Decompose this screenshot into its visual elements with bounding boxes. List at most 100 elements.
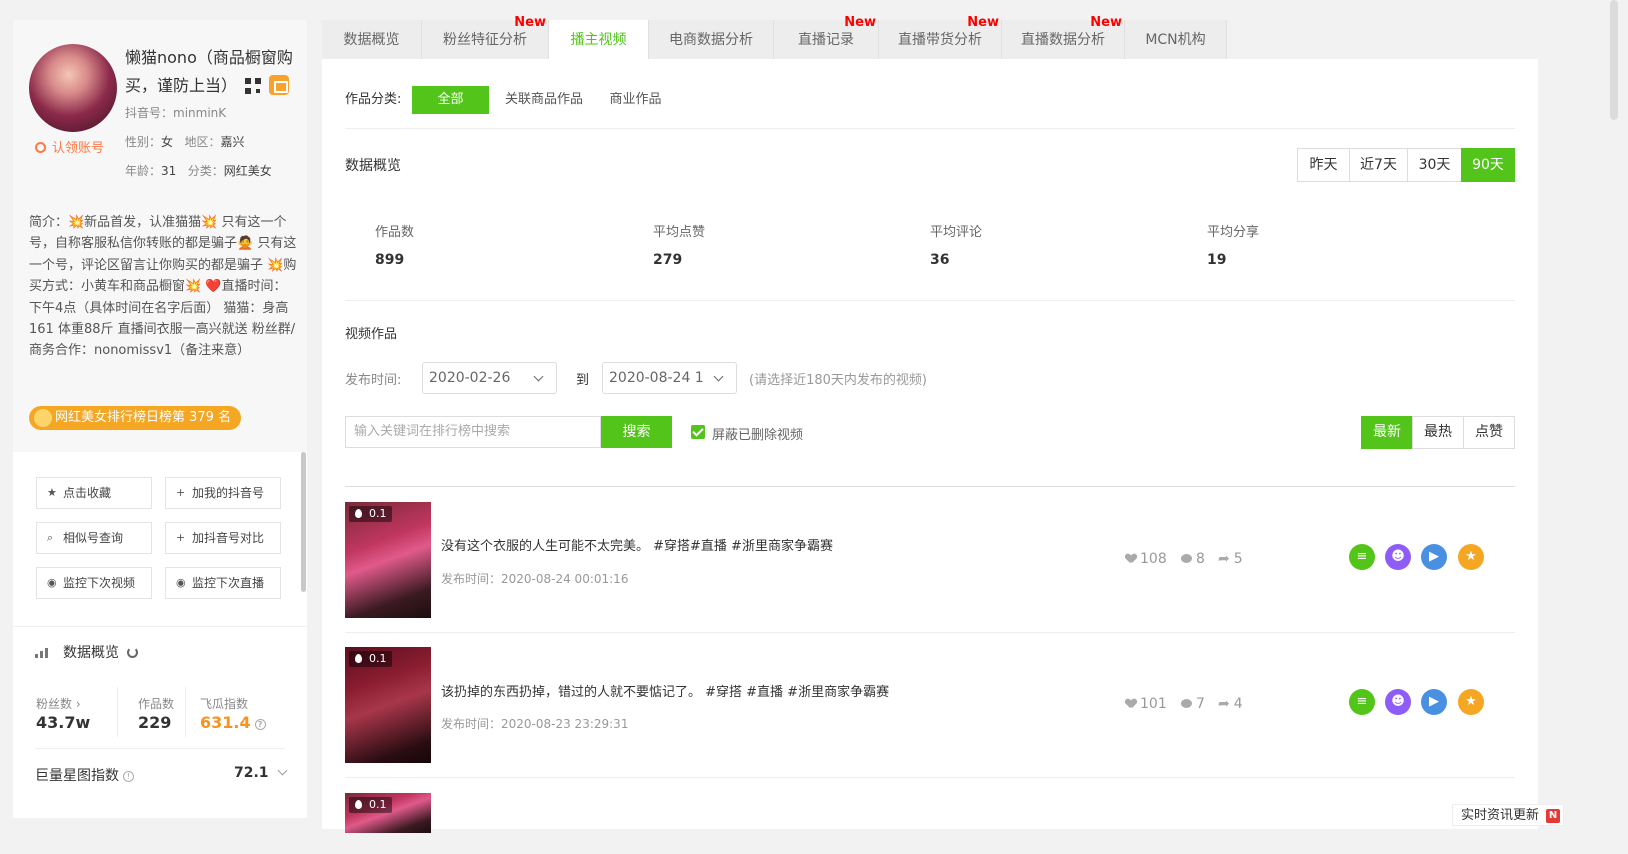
category-label: 作品分类: bbox=[345, 92, 402, 107]
heat-badge: 0.1 bbox=[349, 506, 392, 522]
search-button[interactable]: 搜索 bbox=[601, 416, 672, 448]
play-icon: ▶ bbox=[1429, 694, 1439, 709]
favorite-button[interactable]: ★ bbox=[1458, 544, 1484, 570]
tab-live-sales[interactable]: 直播带货分析 New bbox=[879, 16, 1002, 60]
shares-count: ➦ 4 bbox=[1218, 696, 1243, 712]
new-badge: New bbox=[844, 15, 876, 30]
range-yesterday[interactable]: 昨天 bbox=[1297, 148, 1350, 182]
tab-videos[interactable]: 播主视频 bbox=[549, 20, 649, 60]
tab-fans-analysis[interactable]: 粉丝特征分析 New bbox=[422, 16, 549, 60]
add-my-account-button[interactable]: + 加我的抖音号 bbox=[165, 477, 281, 509]
gender-region: 性别：女 地区：嘉兴 bbox=[125, 135, 245, 149]
video-thumbnail[interactable]: 0.1 bbox=[345, 647, 431, 763]
video-thumbnail[interactable]: 0.1 bbox=[345, 793, 431, 833]
page-scrollbar[interactable] bbox=[1610, 0, 1618, 120]
profile-intro: 简介：💥新品首发，认准猫猫💥 只有这一个号，自称客服私信你转账的都是骗子🙅 只有… bbox=[29, 215, 297, 359]
age-category: 年龄：31 分类：网红美女 bbox=[125, 164, 272, 178]
divider bbox=[345, 486, 1515, 487]
search-icon: ⌕ bbox=[47, 531, 54, 544]
tab-overview[interactable]: 数据概览 bbox=[322, 20, 422, 60]
overview-title: 数据概览 bbox=[35, 642, 138, 662]
summary-comments-value: 36 bbox=[930, 252, 950, 268]
juliang-value[interactable]: 72.1 bbox=[234, 765, 287, 781]
play-button[interactable]: ▶ bbox=[1421, 689, 1447, 715]
overview-section-title: 数据概览 bbox=[345, 158, 401, 174]
qrcode-icon[interactable] bbox=[245, 78, 262, 94]
fans-label[interactable]: 粉丝数 › bbox=[36, 695, 81, 712]
divider bbox=[345, 777, 1515, 778]
monitor-video-button[interactable]: ◉ 监控下次视频 bbox=[36, 567, 152, 599]
list-icon: ≡ bbox=[1356, 694, 1368, 709]
tab-live-records[interactable]: 直播记录 New bbox=[774, 16, 879, 60]
sort-hot[interactable]: 最热 bbox=[1412, 416, 1464, 449]
chevron-down-icon bbox=[277, 765, 287, 776]
category-commercial-button[interactable]: 商业作品 bbox=[603, 86, 668, 114]
rank-badge[interactable]: 网红美女排行榜日榜第 379 名 bbox=[29, 406, 242, 430]
tab-ecommerce[interactable]: 电商数据分析 bbox=[649, 20, 774, 60]
tab-mcn[interactable]: MCN机构 bbox=[1125, 20, 1227, 60]
likes-count: 108 bbox=[1126, 551, 1167, 567]
divider bbox=[117, 687, 118, 737]
feigua-label: 飞瓜指数 bbox=[200, 697, 249, 711]
similar-search-button[interactable]: ⌕ 相似号查询 bbox=[36, 522, 152, 554]
category-all-button[interactable]: 全部 bbox=[412, 86, 489, 114]
add-compare-button[interactable]: + 加抖音号对比 bbox=[165, 522, 281, 554]
avatar[interactable] bbox=[29, 44, 117, 132]
play-button[interactable]: ▶ bbox=[1421, 544, 1447, 570]
video-title[interactable]: 没有这个衣服的人生可能不太完美。 #穿搭#直播 #浙里商家争霸赛 bbox=[441, 535, 833, 554]
comment-icon bbox=[1181, 699, 1192, 708]
video-time: 发布时间：2020-08-24 00:01:16 bbox=[441, 572, 629, 586]
shop-window-icon[interactable] bbox=[269, 75, 290, 95]
sort-latest[interactable]: 最新 bbox=[1361, 416, 1413, 449]
video-title[interactable]: 该扔掉的东西扔掉，错过的人就不要惦记了。 #穿搭 #直播 #浙里商家争霸赛 bbox=[441, 681, 889, 700]
collect-button[interactable]: ★ 点击收藏 bbox=[36, 477, 152, 509]
summary-comments-label: 平均评论 bbox=[930, 225, 983, 240]
monitor-live-button[interactable]: ◉ 监控下次直播 bbox=[165, 567, 281, 599]
search-input[interactable]: 输入关键词在排行榜中搜索 bbox=[345, 416, 601, 448]
publish-time-label: 发布时间: bbox=[345, 373, 402, 388]
to-label: 到 bbox=[576, 373, 590, 388]
video-time: 发布时间：2020-08-23 23:29:31 bbox=[441, 717, 629, 731]
help-icon[interactable]: ? bbox=[254, 719, 266, 730]
info-icon[interactable]: ! bbox=[123, 771, 134, 782]
star-icon: ★ bbox=[1465, 549, 1477, 564]
range-90d[interactable]: 90天 bbox=[1461, 148, 1515, 182]
users-icon: ☻ bbox=[1391, 694, 1405, 709]
refresh-icon[interactable] bbox=[127, 647, 138, 658]
category-linked-button[interactable]: 关联商品作品 bbox=[499, 86, 589, 114]
panel-scrollbar[interactable] bbox=[301, 452, 306, 592]
summary-works-value: 899 bbox=[375, 252, 405, 268]
tab-live-data[interactable]: 直播数据分析 New bbox=[1002, 16, 1125, 60]
feigua-value: 631.4? bbox=[200, 713, 266, 732]
range-7d[interactable]: 近7天 bbox=[1349, 148, 1408, 182]
detail-button[interactable]: ≡ bbox=[1349, 544, 1375, 570]
comments-count: 7 bbox=[1181, 696, 1205, 712]
chevron-down-icon bbox=[713, 371, 724, 382]
audience-button[interactable]: ☻ bbox=[1385, 544, 1411, 570]
heat-badge: 0.1 bbox=[349, 651, 392, 667]
claim-icon bbox=[35, 142, 46, 153]
hide-deleted-label: 屏蔽已删除视频 bbox=[712, 428, 804, 443]
share-icon: ➦ bbox=[1218, 696, 1230, 712]
hide-deleted-checkbox[interactable] bbox=[691, 425, 705, 439]
works-value: 229 bbox=[138, 713, 172, 732]
likes-count: 101 bbox=[1126, 696, 1167, 712]
detail-button[interactable]: ≡ bbox=[1349, 689, 1375, 715]
realtime-news-widget[interactable]: 实时资讯更新 N bbox=[1452, 804, 1565, 826]
sort-likes[interactable]: 点赞 bbox=[1463, 416, 1515, 449]
video-thumbnail[interactable]: 0.1 bbox=[345, 502, 431, 618]
favorite-button[interactable]: ★ bbox=[1458, 689, 1484, 715]
divider bbox=[345, 300, 1515, 301]
douyin-id: 抖音号：minminK bbox=[125, 106, 227, 120]
star-icon: ★ bbox=[47, 486, 57, 499]
audience-button[interactable]: ☻ bbox=[1385, 689, 1411, 715]
date-to-picker[interactable]: 2020-08-24 1 bbox=[602, 362, 737, 394]
comment-icon bbox=[1181, 554, 1192, 563]
shares-count: ➦ 5 bbox=[1218, 551, 1243, 567]
range-30d[interactable]: 30天 bbox=[1407, 148, 1462, 182]
claim-account-link[interactable]: 认领账号 bbox=[35, 137, 104, 156]
date-from-picker[interactable]: 2020-02-26 bbox=[422, 362, 557, 394]
plus-icon: + bbox=[176, 486, 186, 499]
eye-icon: ◉ bbox=[176, 576, 186, 589]
works-label: 作品数 bbox=[138, 697, 175, 711]
